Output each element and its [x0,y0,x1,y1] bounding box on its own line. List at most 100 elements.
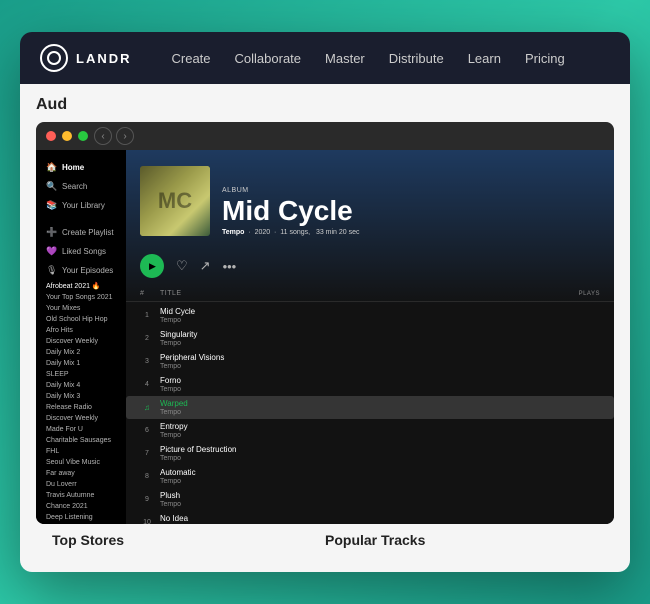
track-number: 1 [140,312,154,319]
nav-master[interactable]: Master [325,51,365,66]
th-number: # [140,290,160,297]
playlist-item[interactable]: Deep Listening [36,512,126,523]
playlist-item[interactable]: Daily Mix 2 [36,347,126,358]
track-row[interactable]: 2 Singularity Tempo [126,327,614,350]
playlist-item[interactable]: Daily Mix 3 [36,391,126,402]
track-number: 4 [140,381,154,388]
track-name: Automatic [160,468,600,477]
nav-collaborate[interactable]: Collaborate [235,51,302,66]
window-close-dot[interactable] [46,131,56,141]
track-row[interactable]: 7 Picture of Destruction Tempo [126,442,614,465]
share-icon[interactable]: ↗ [200,258,211,274]
track-number: 6 [140,427,154,434]
track-info: Peripheral Visions Tempo [160,353,600,370]
nav-create[interactable]: Create [172,51,211,66]
playlist-item[interactable]: Release Radio [36,402,126,413]
track-row[interactable]: 1 Mid Cycle Tempo [126,304,614,327]
playlist-item[interactable]: Travis Autumne [36,490,126,501]
track-row[interactable]: 4 Forno Tempo [126,373,614,396]
playlist-item[interactable]: Your Top Songs 2021 [36,292,126,303]
sidebar-search[interactable]: 🔍 Search [36,177,126,196]
sidebar-liked-songs[interactable]: 💜 Liked Songs [36,242,126,261]
track-row[interactable]: 8 Automatic Tempo [126,465,614,488]
sidebar-your-episodes[interactable]: 🎙 Your Episodes [36,261,126,280]
browser-nav-arrows: ‹ › [94,127,134,145]
track-info: Automatic Tempo [160,468,600,485]
playlist-item[interactable]: Your Mixes [36,303,126,314]
track-info: Forno Tempo [160,376,600,393]
track-name: Plush [160,491,600,500]
browser-window: LANDR Create Collaborate Master Distribu… [20,32,630,572]
forward-arrow[interactable]: › [116,127,134,145]
playlist-item[interactable]: Seoul Vibe Music [36,457,126,468]
liked-songs-label: Liked Songs [62,247,106,256]
window-minimize-dot[interactable] [62,131,72,141]
track-name-active: Warped [160,399,600,408]
track-number-playing: ♫ [140,403,154,412]
search-icon: 🔍 [46,181,56,192]
track-number: 2 [140,335,154,342]
playlist-item[interactable]: Far away [36,468,126,479]
landr-logo[interactable]: LANDR [40,44,132,72]
sidebar-home[interactable]: 🏠 Home [36,158,126,177]
track-number: 3 [140,358,154,365]
album-song-count: 11 songs [280,229,308,236]
nav-pricing[interactable]: Pricing [525,51,565,66]
heart-control-icon[interactable]: ♡ [176,258,188,274]
track-info: Singularity Tempo [160,330,600,347]
track-artist: Tempo [160,409,600,416]
track-artist: Tempo [160,363,600,370]
track-name: No Idea [160,514,600,523]
track-artist: Tempo [160,478,600,485]
sidebar-create-playlist[interactable]: ➕ Create Playlist [36,223,126,242]
playlist-item[interactable]: Discover Weekly [36,336,126,347]
playlist-item[interactable]: Daily Mix 4 [36,380,126,391]
track-row[interactable]: 9 Plush Tempo [126,488,614,511]
track-info: Mid Cycle Tempo [160,307,600,324]
playlist-item[interactable]: FHL [36,446,126,457]
playlist-item[interactable]: Afro Hits [36,325,126,336]
track-row[interactable]: 6 Entropy Tempo [126,419,614,442]
logo-icon [40,44,68,72]
popular-tracks-title: Popular Tracks [325,532,598,548]
playlist-item[interactable]: Du Loverr [36,479,126,490]
track-name: Singularity [160,330,600,339]
top-stores-title: Top Stores [52,532,325,548]
track-number: 7 [140,450,154,457]
playlist-item[interactable]: Daily Mix 1 [36,358,126,369]
nav-distribute[interactable]: Distribute [389,51,444,66]
track-artist: Tempo [160,432,600,439]
more-options-icon[interactable]: ••• [223,259,237,274]
playlist-list: Afrobeat 2021 🔥 Your Top Songs 2021 Your… [36,280,126,524]
album-controls: ♡ ↗ ••• [126,246,614,286]
heart-icon: 💜 [46,246,56,257]
window-maximize-dot[interactable] [78,131,88,141]
track-row[interactable]: 10 No Idea Tempo [126,511,614,524]
album-art-svg: MC [140,166,210,236]
sidebar-section-divider [36,215,126,223]
playlist-item[interactable]: Discover Weekly [36,413,126,424]
spotify-inner: 🏠 Home 🔍 Search 📚 Your Library ➕ C [36,150,614,524]
track-info: No Idea Tempo [160,514,600,524]
svg-text:MC: MC [158,188,192,213]
playlist-item[interactable]: Afrobeat 2021 🔥 [36,280,126,292]
playlist-item[interactable]: Charitable Sausages [36,435,126,446]
playlist-item[interactable]: Made For U [36,424,126,435]
spotify-main: MC ALBUM Mid Cycle Tempo · 2020 [126,150,614,524]
track-artist: Tempo [160,317,600,324]
track-row[interactable]: 3 Peripheral Visions Tempo [126,350,614,373]
album-artist[interactable]: Tempo [222,229,244,236]
episodes-icon: 🎙 [46,265,56,276]
playlist-item[interactable]: Chance 2021 [36,501,126,512]
section-label-top: Aud [36,96,614,114]
th-plays: PLAYS [550,291,600,297]
nav-learn[interactable]: Learn [468,51,501,66]
create-playlist-label: Create Playlist [62,228,114,237]
back-arrow[interactable]: ‹ [94,127,112,145]
sidebar-library[interactable]: 📚 Your Library [36,196,126,215]
track-row-active[interactable]: ♫ Warped Tempo [126,396,614,419]
playlist-item[interactable]: SLEEP [36,369,126,380]
playlist-item[interactable]: Old School Hip Hop [36,314,126,325]
play-button[interactable] [140,254,164,278]
sidebar-search-label: Search [62,182,87,191]
